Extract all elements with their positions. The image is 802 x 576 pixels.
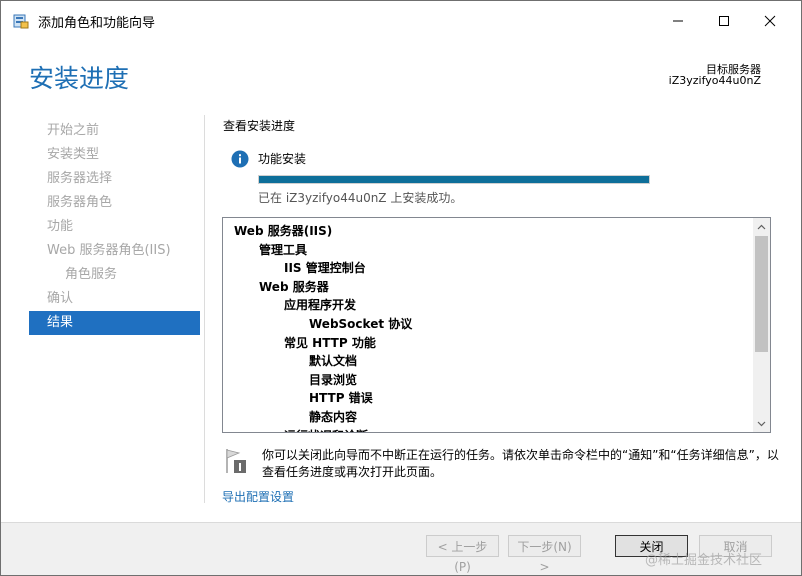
target-server-name: iZ3yzifyo44u0nZ [668, 74, 761, 87]
scroll-up-button[interactable] [753, 218, 770, 235]
title-bar[interactable]: 添加角色和功能向导 [1, 1, 801, 41]
feature-tree-item: 管理工具 [259, 242, 308, 257]
nav-divider [204, 115, 205, 503]
wizard-app-icon [13, 14, 29, 29]
installed-features-list[interactable]: Web 服务器(IIS) 管理工具 IIS 管理控制台 Web 服务器应用程序开发 We… [222, 217, 771, 433]
nav-item[interactable]: 功能 [29, 215, 200, 239]
feature-tree-item: 常见 HTTP 功能 [284, 335, 376, 350]
wizard-nav: 开始之前 安装类型 服务器选择 服务器角色 功能 Web 服务器角色(IIS) 角色服务 确认… [29, 119, 200, 335]
chevron-down-icon [757, 421, 766, 426]
notification-flag-icon [226, 449, 246, 473]
feature-tree-item: 目录浏览 [309, 372, 358, 387]
page-title: 安装进度 [29, 64, 130, 93]
minimize-button[interactable] [655, 1, 701, 41]
feature-tree-item: HTTP 错误 [309, 391, 373, 406]
info-icon [231, 150, 249, 168]
nav-item[interactable]: 角色服务 [29, 263, 200, 287]
maximize-icon [719, 16, 729, 26]
background-task-note: 你可以关闭此向导而不中断正在运行的任务。请依次单击命令栏中的“通知”和“任务详细… [262, 448, 779, 479]
feature-install-label: 功能安装 [258, 152, 307, 166]
feature-tree-item: 应用程序开发 [284, 298, 357, 313]
feature-tree-item: 静态内容 [309, 410, 358, 424]
nav-item[interactable]: 结果 [29, 311, 200, 335]
feature-tree-item: IIS 管理控制台 [284, 261, 366, 276]
nav-item[interactable]: 开始之前 [29, 119, 200, 143]
feature-tree-item: 运行状况和诊断 [284, 427, 368, 432]
feature-tree-item: Web 服务器(IIS) [234, 224, 333, 238]
chevron-up-icon [757, 224, 766, 229]
nav-item[interactable]: 服务器选择 [29, 167, 200, 191]
close-window-button[interactable] [747, 1, 793, 41]
nav-item[interactable]: 确认 [29, 287, 200, 311]
previous-button[interactable]: < 上一步(P) [426, 535, 499, 574]
feature-tree-item: Web 服务器 [259, 279, 329, 294]
wizard-window: 添加角色和功能向导 安装进度 目标服务器 iZ3yzifyo44u0nZ 开始之… [0, 0, 802, 576]
install-status-text: 已在 iZ3yzifyo44u0nZ 上安装成功。 [258, 191, 463, 205]
section-heading: 查看安装进度 [223, 119, 296, 133]
scroll-down-button[interactable] [753, 415, 770, 432]
nav-item[interactable]: Web 服务器角色(IIS) [29, 239, 200, 263]
close-icon [764, 15, 776, 27]
feature-tree-item: 默认文档 [309, 354, 358, 369]
next-button[interactable]: 下一步(N) > [508, 535, 581, 574]
maximize-button[interactable] [701, 1, 747, 41]
nav-item[interactable]: 安装类型 [29, 143, 200, 167]
scroll-thumb[interactable] [755, 236, 768, 352]
window-title: 添加角色和功能向导 [38, 16, 156, 31]
progress-fill [259, 176, 649, 183]
minimize-icon [673, 20, 683, 22]
feature-tree-item: WebSocket 协议 [309, 317, 413, 331]
watermark: @稀土掘金技术社区 [645, 553, 763, 568]
install-progress-bar [258, 175, 650, 184]
features-tree: Web 服务器(IIS) 管理工具 IIS 管理控制台 Web 服务器应用程序开发 We… [223, 218, 753, 432]
nav-item[interactable]: 服务器角色 [29, 191, 200, 215]
export-config-link[interactable]: 导出配置设置 [222, 488, 294, 505]
list-scrollbar[interactable] [753, 218, 770, 432]
